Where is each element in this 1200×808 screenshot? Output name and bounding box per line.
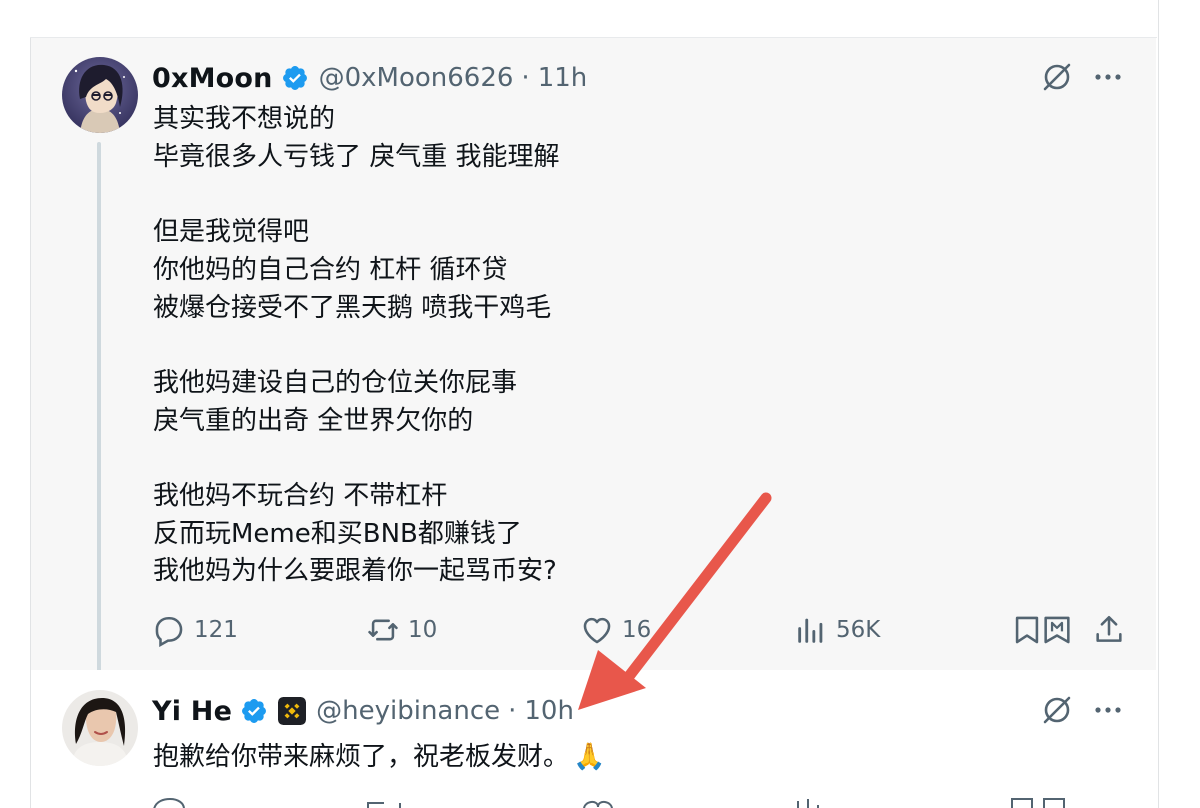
bookmark-button[interactable] (1010, 610, 1044, 650)
timestamp[interactable]: 10h (524, 696, 574, 726)
more-icon[interactable] (1092, 61, 1124, 93)
avatar-yihe-image (62, 690, 138, 766)
repost-count: 10 (408, 617, 438, 643)
reply-button[interactable]: 121 (152, 610, 238, 650)
tweet-text: 抱歉给你带来麻烦了，祝老板发财。 🙏 (153, 738, 605, 776)
folded-hands-emoji: 🙏 (573, 742, 606, 772)
tweet-text: 其实我不想说的 毕竟很多人亏钱了 戾气重 我能理解 但是我觉得吧 你他妈的自己合… (153, 104, 560, 587)
grok-icon[interactable] (1040, 60, 1074, 94)
views-icon (798, 618, 823, 643)
grok-bookmark-button[interactable] (1040, 610, 1074, 650)
separator-dot: · (508, 696, 517, 726)
share-icon (1096, 615, 1122, 642)
tweet-header: 0xMoon @0xMoon6626 · 11h (152, 58, 587, 98)
user-handle[interactable]: @0xMoon6626 (319, 63, 514, 93)
bookmark-icon (1015, 616, 1039, 644)
views-count: 56K (836, 617, 881, 643)
tweet-2-action-bar-cut (152, 797, 1112, 808)
repost-button[interactable]: 10 (366, 610, 437, 650)
previous-post-edge (30, 0, 1157, 38)
verified-badge-icon[interactable] (281, 64, 309, 92)
binance-affiliate-badge-icon[interactable] (278, 697, 307, 725)
avatar[interactable] (62, 690, 138, 766)
bookmark-m-icon (1044, 616, 1070, 644)
like-button[interactable]: 16 (580, 610, 651, 650)
views-button[interactable]: 56K (794, 610, 880, 650)
avatar-0xmoon-image (62, 57, 138, 133)
more-icon[interactable] (1092, 694, 1124, 726)
grok-icon[interactable] (1040, 693, 1074, 727)
timestamp[interactable]: 11h (538, 63, 588, 93)
like-icon (583, 617, 611, 644)
like-count: 16 (622, 617, 652, 643)
action-icons-partial (153, 797, 1065, 808)
thread-connector-line (97, 142, 101, 688)
reply-icon (155, 616, 183, 647)
repost-icon (368, 619, 398, 641)
display-name[interactable]: Yi He (152, 696, 232, 727)
reply-count: 121 (194, 617, 238, 643)
tweet-header: Yi He @heyibinance · 10h (152, 691, 574, 731)
verified-badge-icon[interactable] (240, 697, 268, 725)
separator-dot: · (521, 63, 530, 93)
share-button[interactable] (1092, 610, 1126, 650)
user-handle[interactable]: @heyibinance (316, 696, 500, 726)
display-name[interactable]: 0xMoon (152, 63, 273, 94)
avatar[interactable] (62, 57, 138, 133)
tweet-text-body: 抱歉给你带来麻烦了，祝老板发财。 (153, 742, 570, 772)
